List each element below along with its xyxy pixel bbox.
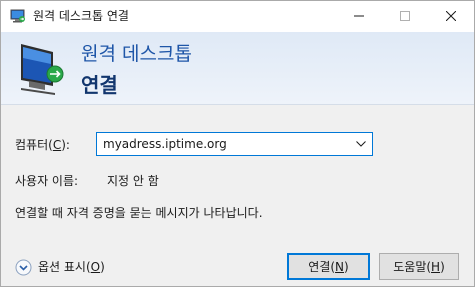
computer-input[interactable]: myadress.iptime.org xyxy=(103,136,227,152)
expand-options-icon[interactable] xyxy=(15,259,32,276)
show-options-toggle[interactable]: 옵션 표시(O) xyxy=(15,258,105,276)
remote-desktop-icon xyxy=(10,9,26,23)
help-button[interactable]: 도움말(H) xyxy=(379,253,459,280)
chevron-down-icon[interactable] xyxy=(353,136,369,152)
window-title: 원격 데스크톱 연결 xyxy=(33,9,129,23)
remote-desktop-logo xyxy=(15,40,73,96)
close-button[interactable] xyxy=(428,1,474,32)
banner-subtitle: 연결 xyxy=(81,73,118,97)
banner-title: 원격 데스크톱 xyxy=(81,43,192,65)
minimize-icon xyxy=(354,10,364,24)
username-label: 사용자 이름: xyxy=(15,174,79,188)
title-bar: 원격 데스크톱 연결 xyxy=(1,1,474,32)
dialog-banner: 원격 데스크톱 연결 xyxy=(1,32,474,105)
close-icon xyxy=(445,10,457,24)
computer-combobox[interactable]: myadress.iptime.org xyxy=(96,132,373,156)
minimize-button[interactable] xyxy=(336,1,382,32)
username-value: 지정 안 함 xyxy=(107,174,159,188)
remote-desktop-dialog: 원격 데스크톱 연결 원격 데스크톱 연결 컴퓨터(C): myadress.i… xyxy=(0,0,475,287)
maximize-icon xyxy=(400,10,410,24)
maximize-button[interactable] xyxy=(382,1,428,32)
credentials-notice: 연결할 때 자격 증명을 묻는 메시지가 나타납니다. xyxy=(15,206,263,220)
connect-button[interactable]: 연결(N) xyxy=(287,253,370,280)
show-options-label: 옵션 표시(O) xyxy=(38,260,105,274)
computer-label: 컴퓨터(C): xyxy=(15,138,70,152)
